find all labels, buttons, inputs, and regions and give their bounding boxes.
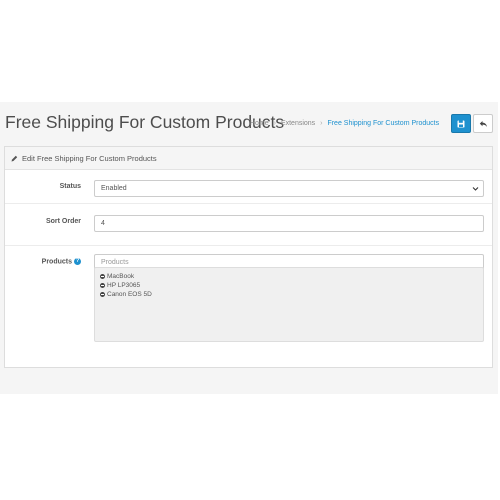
minus-circle-icon[interactable] <box>100 274 105 279</box>
products-placeholder: Products <box>101 259 129 266</box>
selected-products-list: MacBook HP LP3065 Canon EOS 5D <box>94 267 484 342</box>
status-value: Enabled <box>101 185 127 192</box>
sort-order-input[interactable]: 4 <box>94 215 484 232</box>
product-name: MacBook <box>107 273 135 280</box>
question-circle-icon[interactable]: ? <box>74 258 81 265</box>
breadcrumb-home[interactable]: Home <box>250 120 269 127</box>
panel-title: Edit Free Shipping For Custom Products <box>22 153 157 163</box>
page-header: Free Shipping For Custom Products Home ›… <box>0 102 498 146</box>
content-area: Free Shipping For Custom Products Home ›… <box>0 102 498 394</box>
pencil-icon <box>11 155 18 161</box>
edit-panel: Edit Free Shipping For Custom Products S… <box>4 146 493 368</box>
product-name: HP LP3065 <box>107 282 141 289</box>
breadcrumb-separator: › <box>273 120 276 127</box>
list-item: Canon EOS 5D <box>100 290 478 299</box>
minus-circle-icon[interactable] <box>100 283 105 288</box>
chevron-down-icon <box>472 187 479 191</box>
status-row: Status Enabled <box>5 170 492 204</box>
page-title: Free Shipping For Custom Products <box>5 112 285 132</box>
minus-circle-icon[interactable] <box>100 292 105 297</box>
list-item: HP LP3065 <box>100 281 478 290</box>
status-label: Status <box>59 183 81 190</box>
status-select[interactable]: Enabled <box>94 180 484 197</box>
back-button[interactable] <box>473 114 493 133</box>
products-label: Products? <box>42 258 81 265</box>
reply-icon <box>479 120 487 127</box>
save-button[interactable] <box>451 114 471 133</box>
sort-order-label: Sort Order <box>45 218 81 225</box>
breadcrumb: Home › Extensions › Free Shipping For Cu… <box>250 120 439 127</box>
list-item: MacBook <box>100 272 478 281</box>
breadcrumb-current[interactable]: Free Shipping For Custom Products <box>327 120 439 127</box>
breadcrumb-extensions[interactable]: Extensions <box>281 120 315 127</box>
breadcrumb-separator: › <box>320 120 323 127</box>
products-label-text: Products <box>41 258 72 266</box>
sort-order-value: 4 <box>101 220 105 227</box>
sort-order-row: Sort Order 4 <box>5 204 492 246</box>
panel-heading: Edit Free Shipping For Custom Products <box>5 147 492 170</box>
save-icon <box>457 120 465 127</box>
product-name: Canon EOS 5D <box>107 291 152 298</box>
